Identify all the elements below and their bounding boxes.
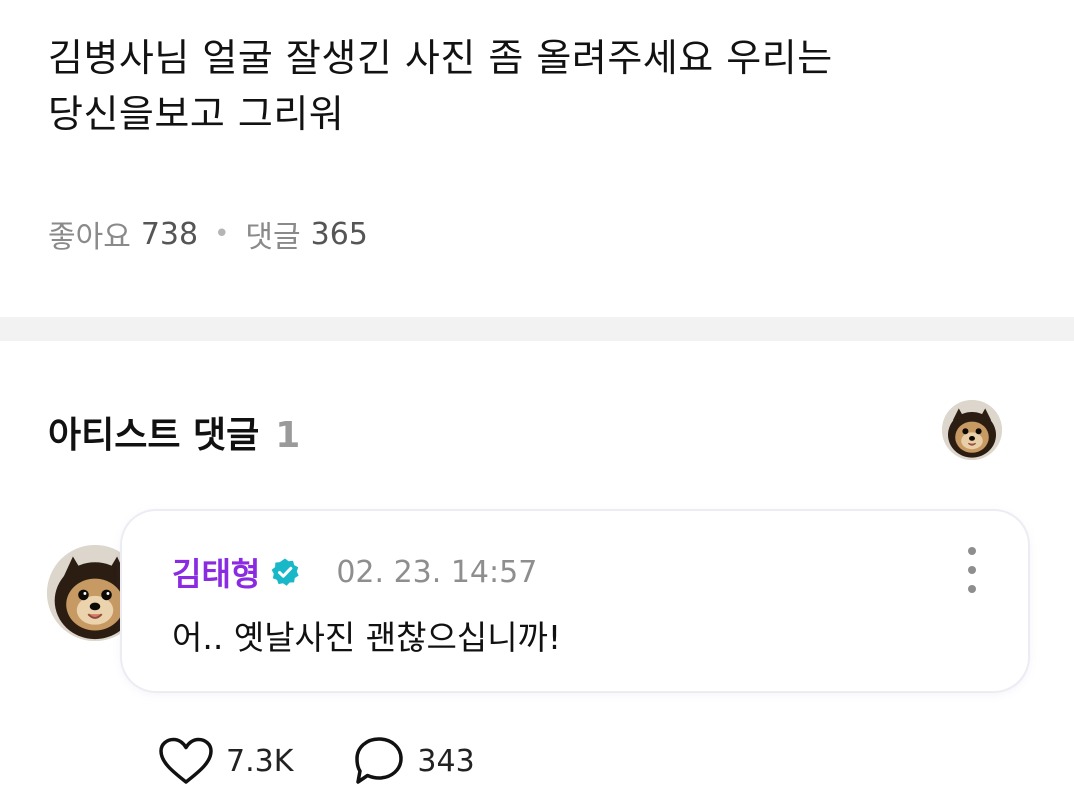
post-text-line-1: 김병사님 얼굴 잘생긴 사진 좀 올려주세요 우리는 [48,36,833,80]
comments-label: 댓글 [245,220,301,255]
comment-like-count: 7.3K [226,743,294,779]
artist-comments-title: 아티스트 댓글 [48,415,260,456]
verified-badge-icon [270,557,300,587]
artist-comments-header: 아티스트 댓글 1 [48,406,300,458]
dog-avatar-image [942,400,1002,460]
speech-bubble-icon [355,737,404,784]
more-vertical-icon [968,547,976,555]
likes-label: 좋아요 [48,220,131,255]
comment-reply-count: 343 [417,743,475,779]
more-options-button[interactable] [962,547,982,593]
comments-count: 365 [310,216,368,252]
post-body: 김병사님 얼굴 잘생긴 사진 좀 올려주세요 우리는 당신을보고 그리워 [48,30,1008,142]
heart-icon [159,737,213,784]
comment-author-name[interactable]: 김태형 [172,549,260,595]
comment-timestamp: 02. 23. 14:57 [336,554,538,590]
reply-button[interactable]: 343 [353,736,475,786]
artist-comment-card: 김태형 02. 23. 14:57 어.. 옛날사진 괜찮으십니까! [122,511,1028,691]
separator-dot: • [214,219,230,249]
comment-meta-row: 김태형 02. 23. 14:57 [172,549,537,595]
section-divider [0,317,1074,341]
comment-actions: 7.3K 343 [158,736,475,786]
artist-avatar-small[interactable] [942,400,1002,460]
like-button[interactable]: 7.3K [158,737,293,785]
comment-text: 어.. 옛날사진 괜찮으십니까! [172,618,562,657]
post-stats: 좋아요 738 • 댓글 365 [48,212,368,256]
post-text-line-2: 당신을보고 그리워 [48,92,345,136]
artist-comments-count: 1 [275,415,301,456]
likes-count: 738 [140,216,199,252]
